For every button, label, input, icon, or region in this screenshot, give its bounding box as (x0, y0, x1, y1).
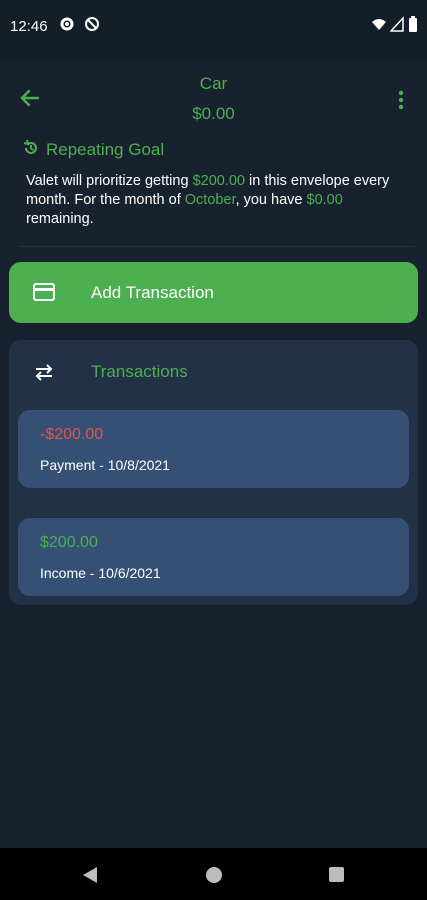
goal-remaining: $0.00 (306, 192, 343, 208)
goal-heading: Repeating Goal (22, 138, 164, 162)
swap-arrows-icon (33, 362, 55, 387)
transaction-amount: $200.00 (40, 534, 98, 551)
goal-label: Repeating Goal (46, 140, 165, 159)
goal-text-mid2: , you have (235, 192, 307, 208)
wifi-icon (371, 16, 387, 37)
no-disturb-icon (84, 16, 100, 37)
goal-month: October (184, 192, 236, 208)
transaction-description: Payment - 10/8/2021 (40, 457, 170, 473)
transaction-amount: -$200.00 (40, 426, 104, 443)
add-transaction-label: Add Transaction (91, 283, 214, 302)
transaction-item[interactable]: -$200.00 Payment - 10/8/2021 (18, 410, 409, 488)
more-vert-icon[interactable] (392, 88, 410, 112)
envelope-title: Car (199, 74, 228, 93)
envelope-header: Car $0.00 (0, 68, 427, 130)
recents-square-icon[interactable] (328, 866, 345, 888)
system-nav-bar (0, 848, 427, 900)
goal-description: Valet will prioritize getting $200.00 in… (26, 172, 406, 229)
history-icon (22, 139, 40, 162)
transaction-item[interactable]: $200.00 Income - 10/6/2021 (18, 518, 409, 596)
goal-amount: $200.00 (192, 173, 245, 189)
transactions-panel: Transactions -$200.00 Payment - 10/8/202… (9, 340, 418, 605)
gear-icon (59, 16, 75, 37)
status-bar: 12:46 (0, 0, 427, 60)
signal-icon (389, 16, 404, 37)
credit-card-icon (33, 283, 55, 306)
home-circle-icon[interactable] (205, 866, 223, 889)
status-time: 12:46 (10, 18, 48, 35)
battery-icon (408, 16, 418, 37)
transactions-title: Transactions (91, 362, 188, 381)
add-transaction-button[interactable]: Add Transaction (9, 262, 418, 323)
transaction-description: Income - 10/6/2021 (40, 565, 161, 581)
envelope-balance: $0.00 (192, 104, 235, 123)
goal-text-pre: Valet will prioritize getting (26, 173, 193, 189)
goal-text-post: remaining. (26, 211, 94, 227)
divider (18, 246, 415, 247)
back-triangle-icon[interactable] (82, 866, 98, 889)
